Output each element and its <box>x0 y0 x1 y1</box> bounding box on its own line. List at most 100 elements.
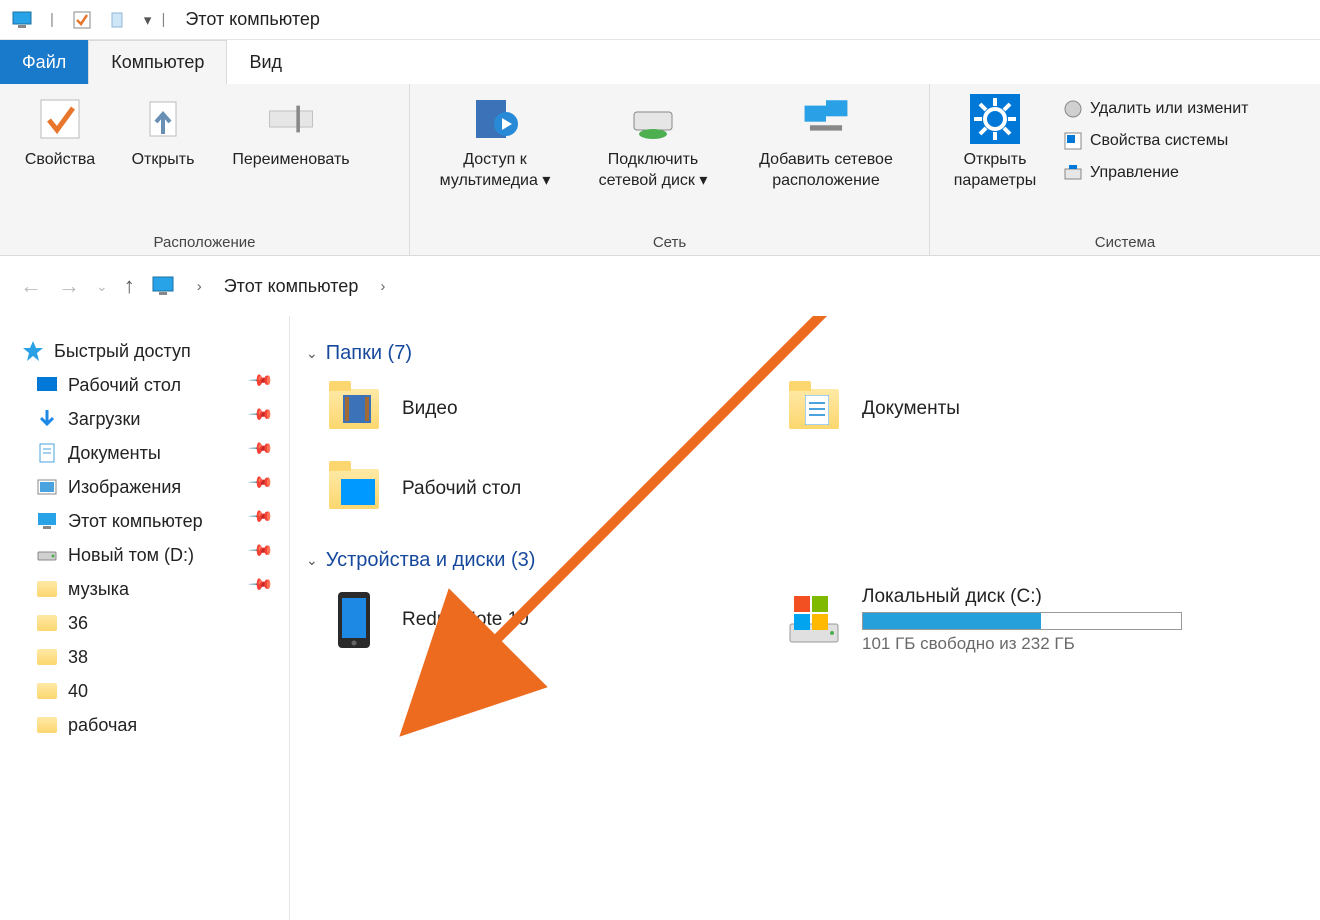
tab-computer[interactable]: Компьютер <box>88 40 227 84</box>
group-label-network: Сеть <box>420 230 919 251</box>
folder-documents-icon <box>784 379 844 439</box>
folder-icon <box>36 612 58 634</box>
disk-free-text: 101 ГБ свободно из 232 ГБ <box>862 634 1182 654</box>
uninstall-icon <box>1062 98 1084 120</box>
this-pc-icon <box>36 510 58 532</box>
manage-button[interactable]: Управление <box>1058 160 1252 186</box>
open-icon <box>138 94 188 144</box>
qat-dropdown-icon[interactable]: ▾ <box>144 11 152 29</box>
folders-grid: Видео Документы Рабочий стол <box>300 379 1310 519</box>
breadcrumb происходит-sep2: › <box>380 278 385 295</box>
media-icon <box>470 94 520 144</box>
pin-icon: 📌 <box>247 469 284 506</box>
qat-newfolder-icon[interactable] <box>108 10 128 30</box>
open-settings-button[interactable]: Открыть параметры <box>940 90 1050 192</box>
tab-file[interactable]: Файл <box>0 40 88 84</box>
disk-icon <box>784 590 844 650</box>
main-area: Быстрый доступ Рабочий стол📌 Загрузки📌 Д… <box>0 316 1320 920</box>
pictures-icon <box>36 476 58 498</box>
qat-properties-icon[interactable] <box>72 10 92 30</box>
sidebar-item-music[interactable]: музыка📌 <box>0 572 289 606</box>
map-drive-button[interactable]: Подключить сетевой диск ▾ <box>578 90 728 192</box>
breadcrumb-segment[interactable]: Этот компьютер <box>224 276 359 297</box>
ribbon-tabs: Файл Компьютер Вид <box>0 40 1320 84</box>
desktop-icon <box>36 374 58 396</box>
disk-label: Локальный диск (C:) <box>862 586 1182 608</box>
pin-icon: 📌 <box>247 435 284 472</box>
content-pane: ⌄ Папки (7) Видео Документы Рабочий стол… <box>290 316 1320 920</box>
disk-usage-bar <box>862 612 1182 630</box>
titlebar: | ▾ | Этот компьютер <box>0 0 1320 40</box>
ribbon: Свойства Открыть Переименовать Расположе… <box>0 84 1320 256</box>
group-label-location: Расположение <box>10 230 399 251</box>
section-devices[interactable]: ⌄ Устройства и диски (3) <box>306 549 1310 572</box>
breadcrumb-sep: › <box>197 278 202 295</box>
media-access-button[interactable]: Доступ к мультимедиа ▾ <box>420 90 570 192</box>
pin-icon: 📌 <box>247 503 284 540</box>
device-item-phone[interactable]: Redmi Note 10 <box>324 586 744 654</box>
sidebar-item-36[interactable]: 36 <box>0 606 289 640</box>
nav-recent-dropdown[interactable]: ⌄ <box>96 278 108 295</box>
uninstall-button[interactable]: Удалить или изменит <box>1058 96 1252 122</box>
sidebar-quick-access[interactable]: Быстрый доступ <box>0 334 289 368</box>
phone-icon <box>324 590 384 650</box>
qat-separator: | <box>46 0 58 40</box>
properties-icon <box>35 94 85 144</box>
folder-icon <box>36 578 58 600</box>
pin-icon: 📌 <box>247 537 284 574</box>
system-properties-icon <box>1062 130 1084 152</box>
drive-icon <box>36 544 58 566</box>
devices-grid: Redmi Note 10 Локальный диск (C:) 101 ГБ… <box>300 586 1310 654</box>
sidebar-item-38[interactable]: 38 <box>0 640 289 674</box>
folder-desktop-icon <box>324 459 384 519</box>
ribbon-group-network: Доступ к мультимедиа ▾ Подключить сетево… <box>410 84 930 255</box>
downloads-icon <box>36 408 58 430</box>
nav-back-button[interactable]: ← <box>20 273 42 299</box>
folder-icon <box>36 646 58 668</box>
pin-icon: 📌 <box>247 401 284 438</box>
group-label-system: Система <box>940 230 1310 251</box>
rename-icon <box>266 94 316 144</box>
quick-access-star-icon <box>22 340 44 362</box>
sidebar-item-downloads[interactable]: Загрузки📌 <box>0 402 289 436</box>
ribbon-group-location: Свойства Открыть Переименовать Расположе… <box>0 84 410 255</box>
folder-videos-icon <box>324 379 384 439</box>
nav-up-button[interactable]: ↑ <box>124 273 135 299</box>
rename-button[interactable]: Переименовать <box>216 90 366 171</box>
pin-icon: 📌 <box>247 367 284 404</box>
address-bar: ← → ⌄ ↑ › Этот компьютер › <box>0 256 1320 316</box>
sidebar-item-40[interactable]: 40 <box>0 674 289 708</box>
sidebar-item-desktop[interactable]: Рабочий стол📌 <box>0 368 289 402</box>
sidebar-item-rabochaya[interactable]: рабочая <box>0 708 289 742</box>
system-properties-button[interactable]: Свойства системы <box>1058 128 1252 154</box>
folder-item-desktop[interactable]: Рабочий стол <box>324 459 744 519</box>
folder-item-video[interactable]: Видео <box>324 379 744 439</box>
sidebar-quick-access-label: Быстрый доступ <box>54 341 191 362</box>
folder-icon <box>36 680 58 702</box>
sidebar-item-this-pc[interactable]: Этот компьютер📌 <box>0 504 289 538</box>
qat-pc-icon <box>12 10 32 30</box>
sidebar-item-new-volume[interactable]: Новый том (D:)📌 <box>0 538 289 572</box>
folder-item-documents[interactable]: Документы <box>784 379 1204 439</box>
network-location-icon <box>801 94 851 144</box>
breadcrumb-pc-icon <box>151 274 175 298</box>
map-drive-icon <box>628 94 678 144</box>
tab-view[interactable]: Вид <box>227 40 304 84</box>
documents-icon <box>36 442 58 464</box>
chevron-down-icon: ⌄ <box>306 552 318 569</box>
open-button[interactable]: Открыть <box>118 90 208 171</box>
section-folders[interactable]: ⌄ Папки (7) <box>306 342 1310 365</box>
folder-icon <box>36 714 58 736</box>
properties-button[interactable]: Свойства <box>10 90 110 171</box>
sidebar-item-pictures[interactable]: Изображения📌 <box>0 470 289 504</box>
nav-forward-button[interactable]: → <box>58 273 80 299</box>
sidebar-item-documents[interactable]: Документы📌 <box>0 436 289 470</box>
manage-icon <box>1062 162 1084 184</box>
ribbon-group-system: Открыть параметры Удалить или изменит Св… <box>930 84 1320 255</box>
device-item-disk-c[interactable]: Локальный диск (C:) 101 ГБ свободно из 2… <box>784 586 1264 654</box>
pin-icon: 📌 <box>247 571 284 608</box>
chevron-down-icon: ⌄ <box>306 345 318 362</box>
sidebar: Быстрый доступ Рабочий стол📌 Загрузки📌 Д… <box>0 316 290 920</box>
qat-separator2: | <box>157 0 169 40</box>
add-network-location-button[interactable]: Добавить сетевое расположение <box>736 90 916 192</box>
